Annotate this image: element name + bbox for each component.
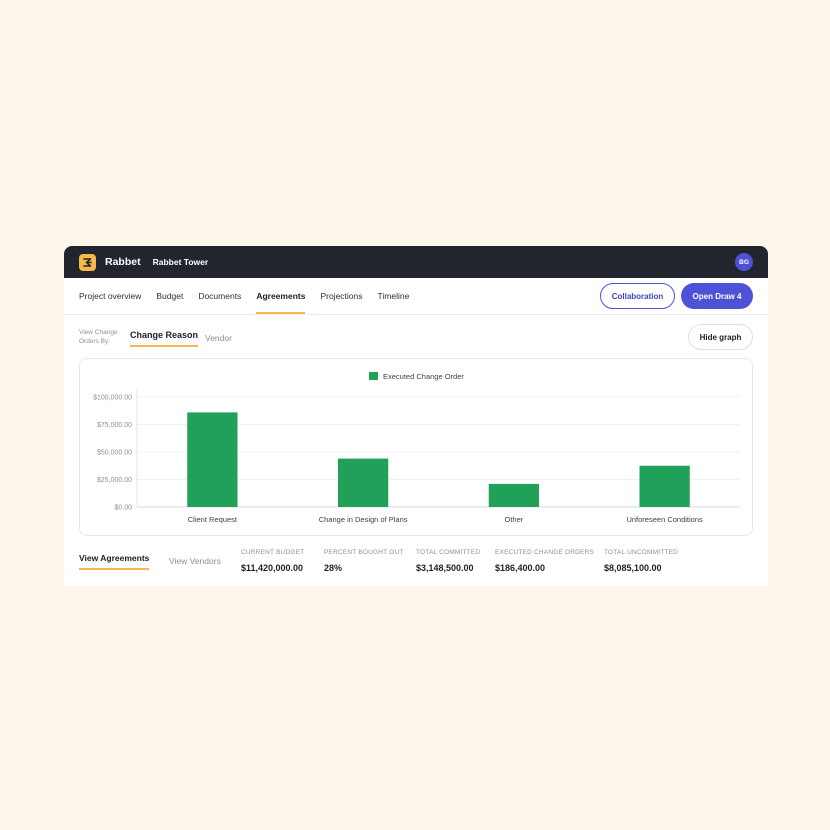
- metric-total-uncommitted: TOTAL UNCOMMITTED $8,085,100.00: [604, 549, 678, 573]
- view-by-change-reason[interactable]: Change Reason: [130, 330, 199, 347]
- metric-label: PERCENT BOUGHT OUT: [324, 549, 404, 556]
- tab-projections[interactable]: Projections: [320, 278, 362, 314]
- tab-documents[interactable]: Documents: [198, 278, 241, 314]
- view-by-label: View Change Orders By:: [79, 329, 118, 345]
- top-bar: Rabbet Rabbet Tower BG: [64, 246, 768, 278]
- metric-label: CURRENT BUDGET: [241, 549, 305, 556]
- collaboration-button[interactable]: Collaboration: [600, 283, 675, 309]
- x-category-label: Client Request: [188, 515, 238, 524]
- x-category-label: Unforeseen Conditions: [626, 515, 703, 524]
- metric-percent-bought-out: PERCENT BOUGHT OUT 28%: [324, 549, 404, 573]
- tab-project-overview[interactable]: Project overview: [79, 278, 141, 314]
- project-nav: Project overview Budget Documents Agreem…: [64, 278, 768, 315]
- metric-executed-change-orders: EXECUTED CHANGE ORDERS $186,400.00: [495, 549, 594, 573]
- y-tick-label: $100,000.00: [93, 395, 132, 402]
- metric-current-budget: CURRENT BUDGET $11,420,000.00: [241, 549, 304, 573]
- metric-value: $186,400.00: [495, 563, 546, 573]
- legend-label[interactable]: Executed Change Order: [383, 372, 464, 381]
- tab-budget[interactable]: Budget: [156, 278, 183, 314]
- metric-value: $3,148,500.00: [416, 563, 474, 573]
- summary-bar: View Agreements View Vendors CURRENT BUD…: [64, 541, 768, 585]
- tab-agreements[interactable]: Agreements: [256, 278, 306, 314]
- metric-label: EXECUTED CHANGE ORDERS: [495, 549, 595, 556]
- metric-total-committed: TOTAL COMMITTED $3,148,500.00: [416, 549, 480, 573]
- view-by-vendor[interactable]: Vendor: [205, 333, 232, 343]
- legend-swatch: [369, 372, 378, 380]
- metric-label: TOTAL UNCOMMITTED: [604, 549, 679, 556]
- x-category-label: Change in Design of Plans: [319, 515, 408, 524]
- chart-bar[interactable]: [488, 483, 539, 507]
- hide-graph-button[interactable]: Hide graph: [688, 324, 753, 350]
- tab-view-vendors[interactable]: View Vendors: [169, 556, 221, 566]
- chart-bar[interactable]: [338, 458, 389, 507]
- metric-value: $11,420,000.00: [241, 563, 304, 573]
- tab-timeline[interactable]: Timeline: [378, 278, 410, 314]
- view-by-row: View Change Orders By: Change Reason Ven…: [64, 315, 768, 359]
- user-avatar[interactable]: BG: [735, 253, 753, 271]
- bar-chart-svg: Executed Change Order $100,000.00 $75,000…: [93, 372, 740, 524]
- metric-label: TOTAL COMMITTED: [416, 549, 481, 556]
- change-order-chart: Executed Change Order $100,000.00 $75,000…: [79, 358, 753, 536]
- project-name[interactable]: Rabbet Tower: [153, 257, 209, 267]
- tab-view-agreements[interactable]: View Agreements: [79, 553, 150, 570]
- x-category-label: Other: [504, 515, 523, 524]
- rabbet-logo-icon[interactable]: [79, 253, 96, 271]
- y-tick-label: $50,000.00: [97, 450, 132, 457]
- y-tick-label: $0.00: [114, 505, 132, 512]
- open-draw-button[interactable]: Open Draw 4: [681, 283, 753, 309]
- y-tick-label: $25,000.00: [97, 477, 132, 484]
- metric-value: $8,085,100.00: [604, 563, 662, 573]
- metric-value: 28%: [324, 563, 343, 573]
- y-tick-label: $75,000.00: [97, 422, 132, 429]
- brand-name: Rabbet: [105, 256, 141, 268]
- chart-bar[interactable]: [187, 412, 238, 507]
- chart-bar[interactable]: [639, 465, 690, 507]
